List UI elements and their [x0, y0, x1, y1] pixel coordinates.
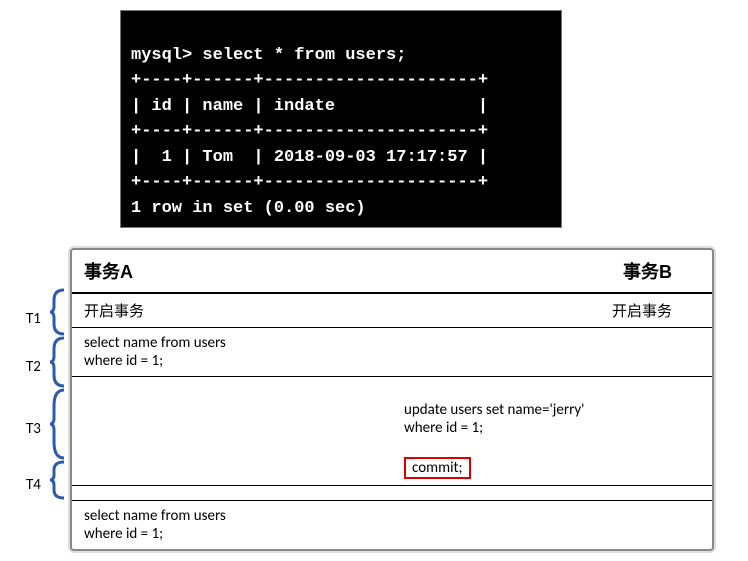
cell-a: select name from users where id = 1;: [72, 328, 392, 376]
cell-a: [72, 377, 392, 485]
terminal-border: +----+------+---------------------+: [131, 71, 488, 90]
table-row: 开启事务 开启事务: [72, 294, 712, 328]
cell-a: 开启事务: [72, 294, 378, 327]
cell-b: [392, 328, 712, 376]
header-col-b: 事务B: [378, 250, 712, 292]
table-row: update users set name='jerry' where id =…: [72, 377, 712, 486]
brace-icon: [50, 288, 66, 336]
cell-b: [392, 486, 712, 500]
table-row: select name from users where id = 1;: [72, 501, 712, 549]
table-header: 事务A 事务B: [72, 250, 712, 294]
update-statement: update users set name='jerry' where id =…: [404, 401, 700, 437]
mysql-terminal: mysql> select * from users; +----+------…: [120, 10, 562, 228]
time-label-t3: T3: [26, 420, 41, 438]
header-col-a: 事务A: [72, 250, 378, 292]
commit-highlight: commit;: [404, 457, 471, 479]
terminal-header: | id | name | indate |: [131, 97, 488, 116]
brace-icon: [50, 388, 66, 460]
terminal-prompt: mysql> select * from users;: [131, 46, 406, 65]
brace-icon: [50, 460, 66, 500]
cell-b: update users set name='jerry' where id =…: [392, 377, 712, 485]
table-row: select name from users where id = 1;: [72, 328, 712, 377]
time-label-t4: T4: [26, 476, 41, 494]
terminal-data-row: | 1 | Tom | 2018-09-03 17:17:57 |: [131, 148, 488, 167]
table-row: [72, 486, 712, 501]
cell-b: [392, 501, 712, 549]
terminal-border: +----+------+---------------------+: [131, 173, 488, 192]
terminal-border: +----+------+---------------------+: [131, 122, 488, 141]
transaction-table: 事务A 事务B 开启事务 开启事务 select name from users…: [70, 248, 714, 551]
terminal-footer: 1 row in set (0.00 sec): [131, 199, 366, 218]
brace-icon: [50, 336, 66, 388]
cell-a: [72, 486, 392, 500]
cell-b: 开启事务: [378, 294, 712, 327]
cell-a: select name from users where id = 1;: [72, 501, 392, 549]
time-label-t2: T2: [26, 358, 41, 376]
time-label-t1: T1: [26, 310, 41, 328]
transaction-diagram: T1 T2 T3 T4 事务A 事务B 开启事务 开启事务 select nam…: [70, 248, 710, 551]
